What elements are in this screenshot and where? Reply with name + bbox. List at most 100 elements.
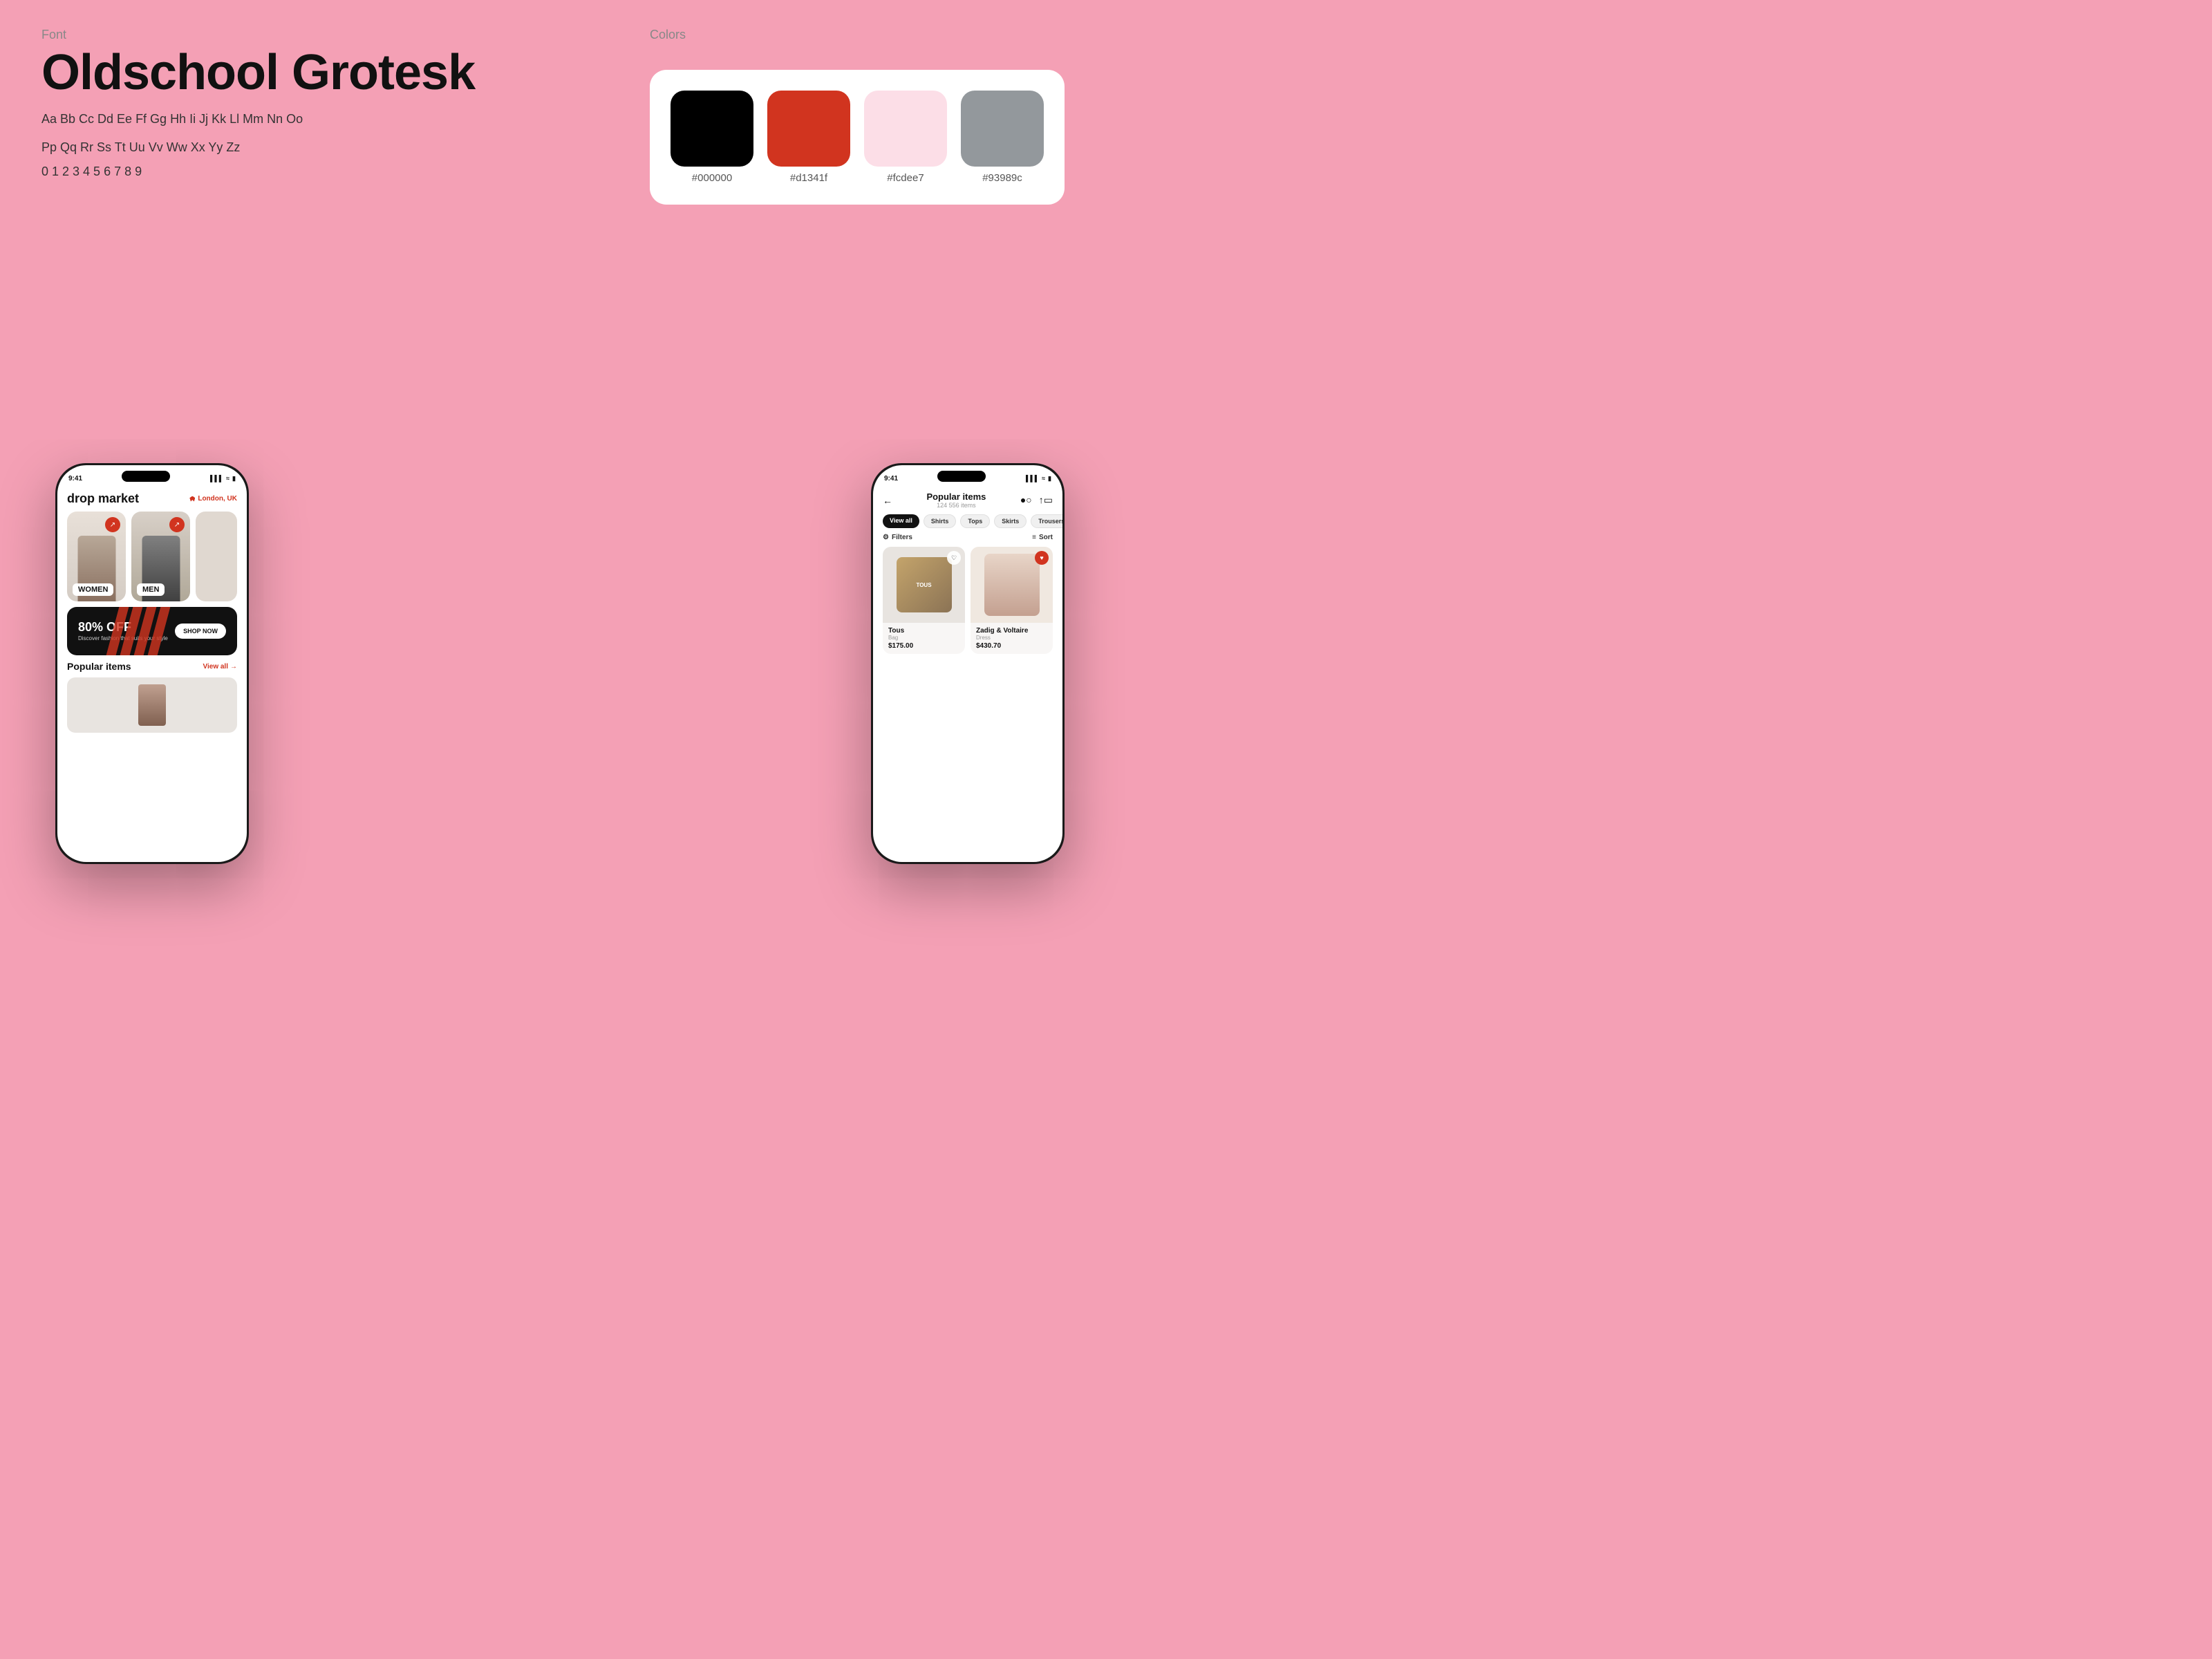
tous-brand: Tous	[888, 627, 959, 635]
zadig-price: $430.70	[976, 642, 1047, 650]
location-pin-icon	[189, 496, 195, 502]
color-red: #d1341f	[767, 91, 850, 184]
product-card-zadig[interactable]: ♥ Zadig & Voltaire Dress $430.70	[971, 547, 1053, 654]
women-arrow-icon[interactable]: ↗	[105, 517, 120, 532]
phone2-screen: 9:41 ▌▌▌ ≈ ▮ ← Popular items 124 556 ite…	[873, 465, 1062, 862]
women-label: WOMEN	[73, 583, 113, 596]
colors-box: #000000 #d1341f #fcdee7 #93989c	[650, 70, 1065, 205]
heart-button-zadig[interactable]: ♥	[1035, 551, 1049, 565]
colors-label: Colors	[650, 28, 1065, 42]
phone2-status-icons: ▌▌▌ ≈ ▮	[1026, 475, 1051, 482]
tous-type: Bag	[888, 635, 959, 641]
font-name: Oldschool Grotesk	[41, 48, 512, 97]
filters-button[interactable]: ⚙ Filters	[883, 534, 912, 541]
popular-header: Popular items View all →	[57, 661, 247, 672]
phone1: 9:41 ▌▌▌ ≈ ▮ drop market London, UK	[55, 463, 249, 864]
swatch-gray	[961, 91, 1044, 167]
color-black: #000000	[671, 91, 753, 184]
top-section: Font Oldschool Grotesk Aa Bb Cc Dd Ee Ff…	[0, 0, 1106, 218]
men-arrow-icon[interactable]: ↗	[169, 517, 185, 532]
location-tag[interactable]: London, UK	[189, 495, 237, 503]
page-title: Popular items	[926, 491, 986, 502]
filter-icon: ⚙	[883, 534, 889, 541]
category-cards: ↗ WOMEN ↗ MEN	[57, 512, 247, 601]
page-title-block: Popular items 124 556 items	[926, 491, 986, 509]
tab-view-all[interactable]: View all	[883, 514, 919, 528]
hex-pink: #fcdee7	[887, 172, 924, 184]
hex-gray: #93989c	[982, 172, 1022, 184]
phone2-battery-icon: ▮	[1048, 475, 1051, 482]
product-card-tous[interactable]: ♡ TOUS Tous Bag $175.00	[883, 547, 965, 654]
phone2-header: ← Popular items 124 556 items ●○ ↑▭	[873, 489, 1062, 514]
phone1-time: 9:41	[68, 475, 82, 482]
hex-red: #d1341f	[790, 172, 827, 184]
phone2-status-bar: 9:41 ▌▌▌ ≈ ▮	[873, 465, 1062, 489]
tab-tops[interactable]: Tops	[960, 514, 990, 528]
shop-now-button[interactable]: SHOP NOW	[175, 624, 226, 639]
zadig-dress-image	[984, 554, 1040, 616]
zadig-type: Dress	[976, 635, 1047, 641]
product-zadig-info: Zadig & Voltaire Dress $430.70	[971, 623, 1053, 654]
color-pink: #fcdee7	[864, 91, 947, 184]
color-gray: #93989c	[961, 91, 1044, 184]
product-tous-info: Tous Bag $175.00	[883, 623, 965, 654]
phone1-status-bar: 9:41 ▌▌▌ ≈ ▮	[57, 465, 247, 489]
tous-bag-image: TOUS	[897, 557, 952, 612]
app-title: drop market	[67, 491, 139, 506]
header-action-icons: ●○ ↑▭	[1020, 494, 1053, 506]
signal-icon: ▌▌▌	[210, 475, 223, 482]
items-count: 124 556 items	[926, 502, 986, 509]
category-women[interactable]: ↗ WOMEN	[67, 512, 126, 601]
popular-title: Popular items	[67, 661, 131, 672]
zadig-brand: Zadig & Voltaire	[976, 627, 1047, 635]
tab-trousers[interactable]: Trousers	[1031, 514, 1062, 528]
phone1-dynamic-island	[122, 471, 170, 482]
view-all-link[interactable]: View all →	[203, 663, 237, 671]
phone2-wrapper: 9:41 ▌▌▌ ≈ ▮ ← Popular items 124 556 ite…	[871, 463, 1065, 864]
swatch-black	[671, 91, 753, 167]
phone2-dynamic-island	[937, 471, 986, 482]
font-alphabet-line1: Aa Bb Cc Dd Ee Ff Gg Hh Ii Jj Kk Ll Mm N…	[41, 109, 512, 130]
category-third[interactable]	[196, 512, 237, 601]
tab-shirts[interactable]: Shirts	[924, 514, 957, 528]
phone1-wrapper: 9:41 ▌▌▌ ≈ ▮ drop market London, UK	[55, 463, 249, 864]
font-numbers: 0 1 2 3 4 5 6 7 8 9	[41, 165, 512, 179]
location-text: London, UK	[198, 495, 237, 503]
tab-skirts[interactable]: Skirts	[994, 514, 1027, 528]
popular-preview	[57, 677, 247, 733]
phone1-header: drop market London, UK	[57, 489, 247, 512]
phone2-time: 9:41	[884, 475, 898, 482]
back-button[interactable]: ←	[883, 495, 892, 506]
font-label: Font	[41, 28, 512, 42]
battery-icon: ▮	[232, 475, 236, 482]
swatch-pink	[864, 91, 947, 167]
filter-tabs: View all Shirts Tops Skirts Trousers	[873, 514, 1062, 528]
phone2-wifi-icon: ≈	[1042, 475, 1045, 482]
sort-button[interactable]: ≡ Sort	[1032, 534, 1053, 541]
product-zadig-image: ♥	[971, 547, 1053, 623]
category-men[interactable]: ↗ MEN	[131, 512, 190, 601]
swatch-red	[767, 91, 850, 167]
heart-button-tous[interactable]: ♡	[947, 551, 961, 565]
product-tous-image: ♡ TOUS	[883, 547, 965, 623]
hex-black: #000000	[692, 172, 732, 184]
sort-icon: ≡	[1032, 534, 1036, 541]
font-alphabet-line2: Pp Qq Rr Ss Tt Uu Vv Ww Xx Yy Zz	[41, 137, 512, 158]
phone1-status-icons: ▌▌▌ ≈ ▮	[210, 475, 236, 482]
phone1-screen: 9:41 ▌▌▌ ≈ ▮ drop market London, UK	[57, 465, 247, 862]
filter-sort-row: ⚙ Filters ≡ Sort	[873, 534, 1062, 541]
product-grid: ♡ TOUS Tous Bag $175.00 ♥	[873, 547, 1062, 654]
phone2: 9:41 ▌▌▌ ≈ ▮ ← Popular items 124 556 ite…	[871, 463, 1065, 864]
search-icon[interactable]: ●○	[1020, 494, 1032, 506]
filters-label: Filters	[892, 534, 912, 541]
font-section: Font Oldschool Grotesk Aa Bb Cc Dd Ee Ff…	[41, 28, 512, 205]
promo-banner: 80% OFF Discover fashion that suits your…	[67, 607, 237, 655]
men-label: MEN	[137, 583, 165, 596]
wifi-icon: ≈	[226, 475, 229, 482]
share-icon[interactable]: ↑▭	[1039, 494, 1053, 506]
sort-label: Sort	[1039, 534, 1053, 541]
phone2-signal-icon: ▌▌▌	[1026, 475, 1039, 482]
colors-section: Colors #000000 #d1341f #fcdee7 #93989c	[650, 28, 1065, 205]
arrow-right-icon: →	[230, 663, 237, 671]
tous-price: $175.00	[888, 642, 959, 650]
